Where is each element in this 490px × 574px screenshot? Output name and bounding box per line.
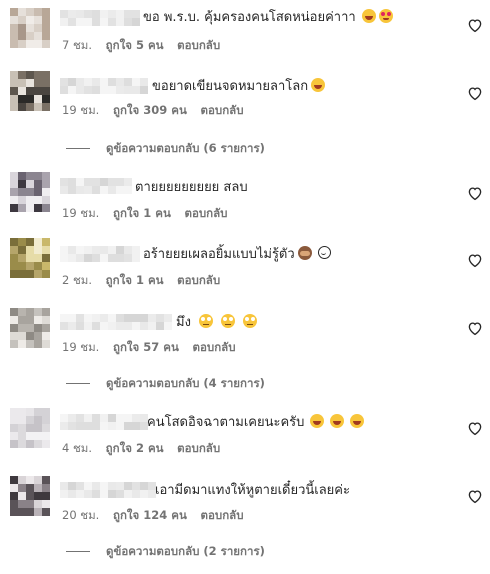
avatar[interactable] xyxy=(10,408,50,448)
view-replies-button[interactable]: ดูข้อความตอบกลับ (6 รายการ) xyxy=(66,140,265,156)
comment-text: ขอ พ.ร.บ. คุ้มครองคนโสดหน่อยค่าาา xyxy=(143,9,393,27)
laugh-emoji xyxy=(350,414,365,428)
comment-text: คนโสดอิจฉาตามเคยนะครับ xyxy=(147,414,365,432)
eye-roll-emoji xyxy=(242,314,257,328)
divider-line xyxy=(66,383,90,384)
username-blurred[interactable] xyxy=(60,10,140,26)
laugh-emoji xyxy=(330,414,345,428)
comment-meta: 2 ชม. ถูกใจ 1 คน ตอบกลับ xyxy=(62,272,230,288)
heart-outline-icon[interactable] xyxy=(466,184,484,202)
reply-button[interactable]: ตอบกลับ xyxy=(201,103,244,117)
comment-text: มึง xyxy=(176,314,257,332)
likes-count[interactable]: ถูกใจ 57 คน xyxy=(113,340,179,354)
avatar[interactable] xyxy=(10,476,50,516)
likes-count[interactable]: ถูกใจ 2 คน xyxy=(106,441,164,455)
divider-line xyxy=(66,551,90,552)
comment-time: 7 ชม. xyxy=(62,38,93,52)
comment-meta: 19 ชม. ถูกใจ 309 คน ตอบกลับ xyxy=(62,102,254,118)
avatar[interactable] xyxy=(10,308,50,348)
avatar[interactable] xyxy=(10,71,50,111)
see-no-evil-monkey-emoji xyxy=(297,246,312,260)
laugh-emoji xyxy=(310,414,325,428)
username-blurred[interactable] xyxy=(60,314,172,330)
reply-button[interactable]: ตอบกลับ xyxy=(177,441,220,455)
reply-button[interactable]: ตอบกลับ xyxy=(193,340,236,354)
comment-time: 20 ชม. xyxy=(62,508,100,522)
comment-time: 2 ชม. xyxy=(62,273,93,287)
username-blurred[interactable] xyxy=(60,414,148,430)
eye-roll-emoji xyxy=(220,314,235,328)
comment-time: 19 ชม. xyxy=(62,103,100,117)
view-replies-button[interactable]: ดูข้อความตอบกลับ (4 รายการ) xyxy=(66,375,265,391)
username-blurred[interactable] xyxy=(60,78,148,94)
avatar[interactable] xyxy=(10,238,50,278)
avatar[interactable] xyxy=(10,172,50,212)
heart-outline-icon[interactable] xyxy=(466,419,484,437)
smile-emoji xyxy=(317,246,331,259)
reply-button[interactable]: ตอบกลับ xyxy=(185,206,228,220)
likes-count[interactable]: ถูกใจ 309 คน xyxy=(113,103,187,117)
likes-count[interactable]: ถูกใจ 5 คน xyxy=(106,38,164,52)
reply-button[interactable]: ตอบกลับ xyxy=(177,273,220,287)
reply-button[interactable]: ตอบกลับ xyxy=(201,508,244,522)
view-replies-button[interactable]: ดูข้อความตอบกลับ (2 รายการ) xyxy=(66,543,265,559)
likes-count[interactable]: ถูกใจ 124 คน xyxy=(113,508,187,522)
username-blurred[interactable] xyxy=(60,482,156,498)
heart-outline-icon[interactable] xyxy=(466,84,484,102)
heart-outline-icon[interactable] xyxy=(466,16,484,34)
comment-meta: 7 ชม. ถูกใจ 5 คน ตอบกลับ xyxy=(62,37,230,53)
heart-outline-icon[interactable] xyxy=(466,251,484,269)
username-blurred[interactable] xyxy=(60,178,132,194)
comment-meta: 19 ชม. ถูกใจ 1 คน ตอบกลับ xyxy=(62,205,238,221)
heart-eyes-emoji xyxy=(378,9,393,23)
divider-line xyxy=(66,148,90,149)
reply-button[interactable]: ตอบกลับ xyxy=(177,38,220,52)
comment-meta: 20 ชม. ถูกใจ 124 คน ตอบกลับ xyxy=(62,507,254,523)
comment-time: 19 ชม. xyxy=(62,206,100,220)
laugh-emoji xyxy=(361,9,376,23)
comment-time: 19 ชม. xyxy=(62,340,100,354)
heart-outline-icon[interactable] xyxy=(466,487,484,505)
comment-text: อร้ายยยเผลอยิ้มแบบไม่รู้ตัว xyxy=(143,246,331,264)
comment-text: ตายยยยยยยยย สลบ xyxy=(135,180,248,195)
eye-roll-emoji xyxy=(198,314,213,328)
comment-time: 4 ชม. xyxy=(62,441,93,455)
username-blurred[interactable] xyxy=(60,246,140,262)
likes-count[interactable]: ถูกใจ 1 คน xyxy=(113,206,171,220)
laugh-emoji xyxy=(311,78,326,92)
comment-text: ขอยาดเขียนจดหมายลาโลก xyxy=(152,78,326,96)
likes-count[interactable]: ถูกใจ 1 คน xyxy=(106,273,164,287)
comment-meta: 19 ชม. ถูกใจ 57 คน ตอบกลับ xyxy=(62,339,246,355)
comment-text: เอามีดมาแทงให้หูตายเดี๋ยวนี้เลยค่ะ xyxy=(155,483,350,498)
comment-meta: 4 ชม. ถูกใจ 2 คน ตอบกลับ xyxy=(62,440,230,456)
avatar[interactable] xyxy=(10,8,50,48)
heart-outline-icon[interactable] xyxy=(466,319,484,337)
